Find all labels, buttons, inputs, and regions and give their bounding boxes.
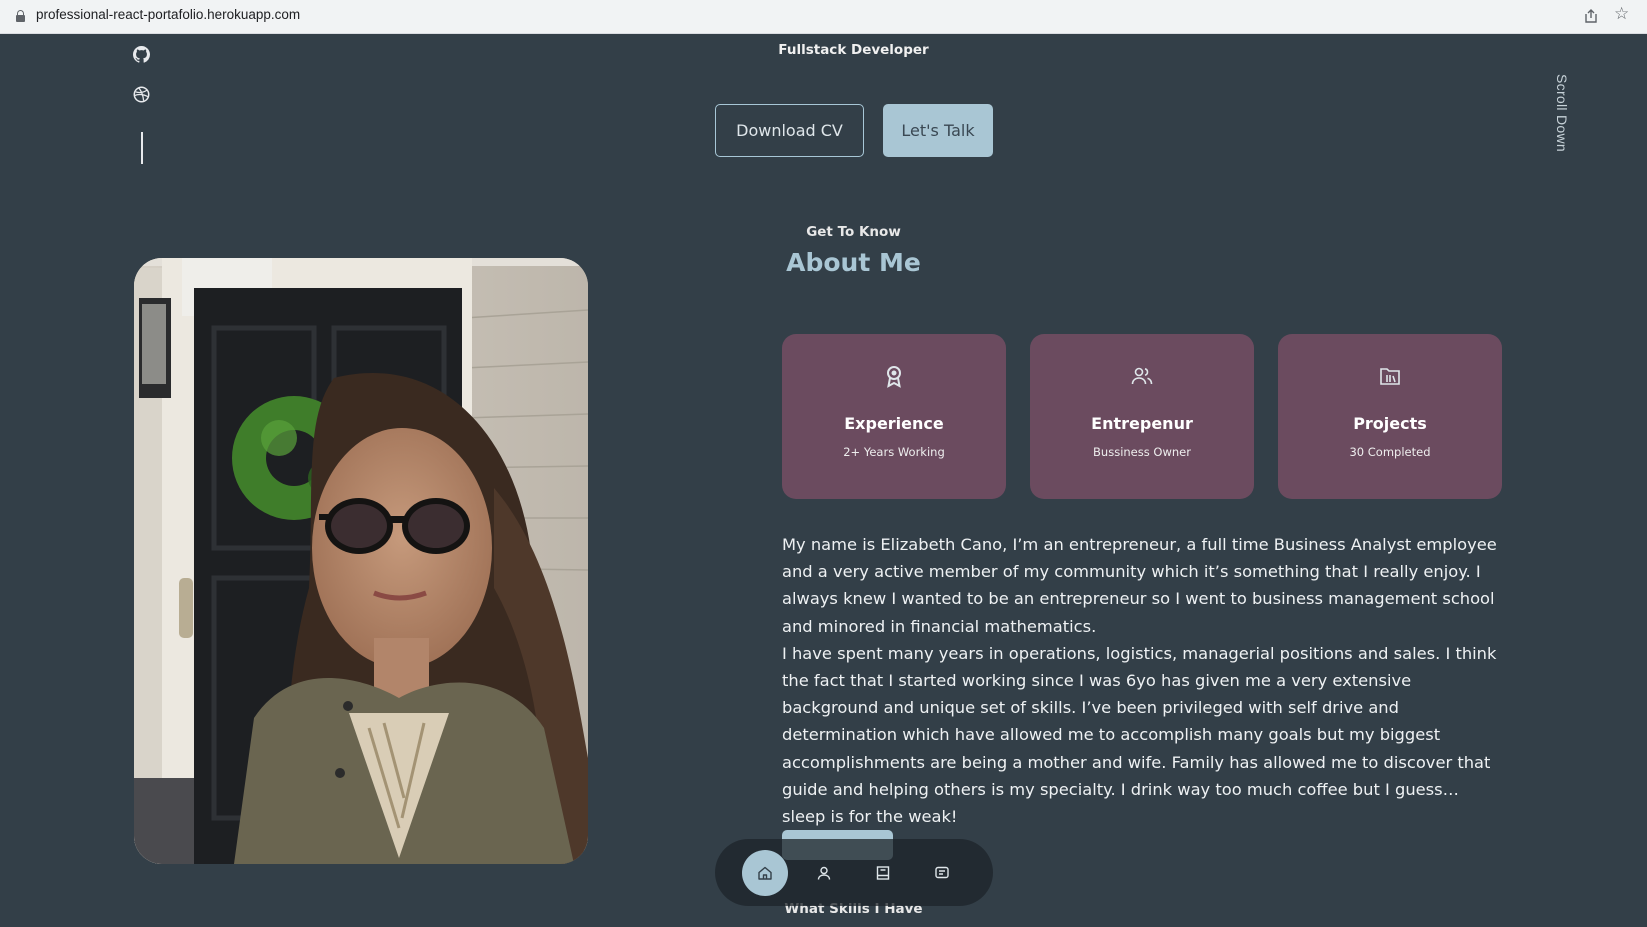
message-icon (935, 866, 949, 879)
about-subtitle: Get To Know (806, 224, 901, 240)
social-divider-line (141, 132, 143, 164)
portfolio-page: Fullstack Developer Download CV Let's Ta… (0, 34, 1647, 927)
download-cv-button[interactable]: Download CV (715, 104, 864, 157)
lock-icon (16, 10, 25, 22)
user-icon (817, 866, 831, 880)
experience-card: Experience 2+ Years Working (782, 334, 1006, 499)
card-description: 30 Completed (1349, 445, 1431, 459)
bio-paragraph: I have spent many years in operations, l… (782, 643, 1497, 827)
share-icon[interactable] (1583, 8, 1599, 24)
social-links (133, 46, 153, 164)
home-icon (758, 866, 772, 880)
folder-icon (1380, 368, 1400, 385)
profile-photo (134, 258, 588, 864)
bookmark-star-icon[interactable]: ☆ (1614, 6, 1629, 23)
book-icon (876, 866, 890, 880)
scroll-down-link[interactable]: Scroll Down (1554, 74, 1570, 152)
header-subtitle: Fullstack Developer (778, 42, 929, 58)
url-text[interactable]: professional-react-portafolio.herokuapp.… (36, 7, 300, 22)
card-description: 2+ Years Working (843, 445, 945, 459)
about-bio: My name is Elizabeth Cano, I’m an entrep… (782, 531, 1502, 830)
card-title: Projects (1353, 414, 1427, 433)
card-title: Entrepenur (1091, 414, 1193, 433)
projects-card: Projects 30 Completed (1278, 334, 1502, 499)
lets-talk-button[interactable]: Let's Talk (883, 104, 993, 157)
nav-experience[interactable] (860, 850, 906, 896)
browser-address-bar: professional-react-portafolio.herokuapp.… (0, 0, 1647, 34)
bottom-nav (715, 839, 993, 906)
card-description: Bussiness Owner (1093, 445, 1191, 459)
dribbble-icon[interactable] (133, 86, 151, 104)
card-title: Experience (844, 414, 944, 433)
users-icon (1131, 367, 1153, 385)
nav-contact[interactable] (919, 850, 965, 896)
nav-about[interactable] (801, 850, 847, 896)
bio-paragraph: My name is Elizabeth Cano, I’m an entrep… (782, 535, 1497, 636)
nav-home[interactable] (742, 850, 788, 896)
award-icon (887, 366, 901, 388)
entrepreneur-card: Entrepenur Bussiness Owner (1030, 334, 1254, 499)
